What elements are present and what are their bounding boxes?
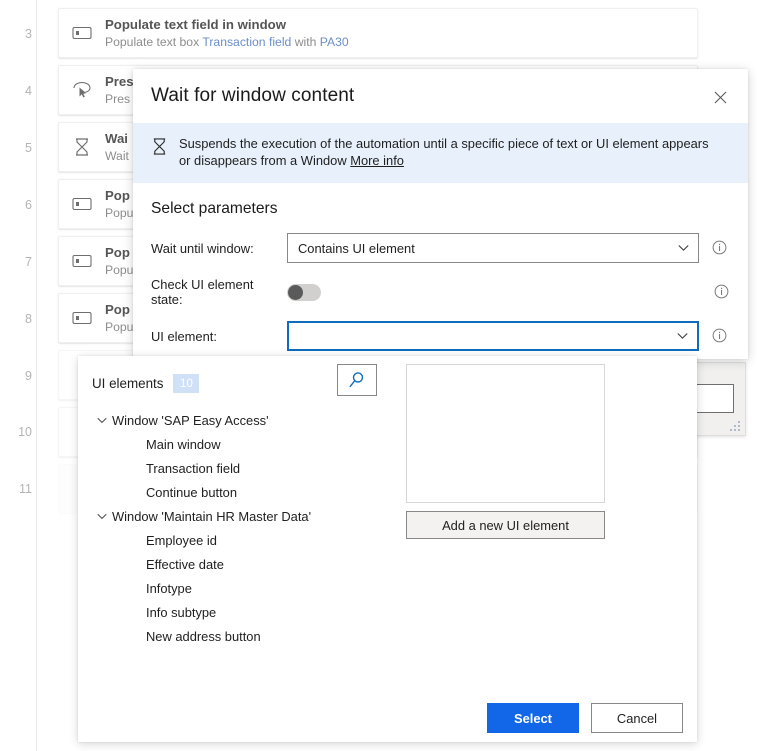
tree-item-main-window[interactable]: Main window	[92, 432, 402, 456]
cancel-button[interactable]: Cancel	[591, 703, 683, 733]
chevron-down-icon	[677, 333, 688, 340]
tree-item-infotype[interactable]: Infotype	[92, 576, 402, 600]
subtitle-link-value[interactable]: PA30	[320, 35, 349, 49]
subtitle-prefix: Populate text box	[105, 34, 203, 49]
flow-step-title: Populate text field in window	[105, 16, 286, 32]
chevron-down-icon[interactable]	[92, 513, 112, 520]
tree-item-new-address-button[interactable]: New address button	[92, 624, 402, 648]
row-number: 8	[25, 312, 32, 326]
ui-elements-count-badge: 10	[173, 374, 200, 393]
tree-group-sap-easy-access[interactable]: Window 'SAP Easy Access'	[92, 408, 402, 432]
ui-elements-tree: Window 'SAP Easy Access' Main window Tra…	[92, 408, 402, 648]
subtitle-link-transaction-field[interactable]: Transaction field	[202, 35, 291, 49]
picker-action-buttons: Select Cancel	[487, 703, 743, 735]
check-ui-element-state-label: Check UI element state:	[151, 277, 254, 307]
textbox-icon	[59, 196, 105, 212]
row-number: 5	[25, 141, 32, 155]
textbox-icon	[59, 310, 105, 326]
tree-item-transaction-field[interactable]: Transaction field	[92, 456, 402, 480]
row-number: 3	[25, 27, 32, 41]
screen-root: 3 4 5 6 7 8 9 10 11 Populate text field …	[0, 0, 757, 751]
textbox-icon	[59, 253, 105, 269]
dialog-info-banner: Suspends the execution of the automation…	[133, 123, 748, 183]
tree-group-label: Window 'Maintain HR Master Data'	[112, 508, 312, 524]
info-icon[interactable]	[712, 240, 728, 256]
info-icon[interactable]	[714, 284, 730, 300]
wait-for-window-content-dialog: Wait for window content Suspends the exe…	[133, 69, 748, 359]
close-icon[interactable]	[706, 83, 734, 111]
row-number: 9	[25, 369, 32, 383]
row-number: 4	[25, 84, 32, 98]
chevron-down-icon[interactable]	[92, 417, 112, 424]
textbox-icon	[59, 25, 105, 41]
wait-until-window-value: Contains UI element	[298, 240, 415, 256]
subtitle-middle: with	[291, 34, 320, 49]
banner-description-text: Suspends the execution of the automation…	[179, 136, 709, 168]
more-info-link[interactable]: More info	[350, 153, 404, 168]
ui-element-dropdown[interactable]	[287, 321, 699, 351]
press-button-icon	[59, 81, 105, 99]
dialog-body: Select parameters Wait until window: Con…	[133, 183, 748, 351]
row-number: 11	[19, 482, 32, 496]
tree-group-maintain-hr-master-data[interactable]: Window 'Maintain HR Master Data'	[92, 504, 402, 528]
resize-grip-icon[interactable]	[728, 421, 742, 433]
check-ui-element-state-toggle[interactable]	[287, 283, 321, 301]
tree-item-info-subtype[interactable]: Info subtype	[92, 600, 402, 624]
hourglass-icon	[59, 137, 105, 157]
ui-elements-label: UI elements	[92, 376, 164, 391]
info-icon[interactable]	[712, 328, 728, 344]
row-number: 7	[25, 255, 32, 269]
param-row-ui-element: UI element:	[151, 321, 730, 351]
wait-until-window-dropdown[interactable]: Contains UI element	[287, 233, 699, 263]
hourglass-icon	[151, 135, 179, 156]
dialog-title: Wait for window content	[151, 85, 355, 106]
row-number: 6	[25, 198, 32, 212]
tree-item-effective-date[interactable]: Effective date	[92, 552, 402, 576]
flow-step-row[interactable]: Populate text field in window Populate t…	[58, 8, 698, 58]
ui-element-label: UI element:	[151, 328, 217, 344]
ui-element-preview-box	[406, 364, 605, 503]
wait-until-window-label: Wait until window:	[151, 240, 254, 256]
dialog-header: Wait for window content	[133, 69, 748, 123]
section-title-select-parameters: Select parameters	[151, 200, 278, 217]
param-row-wait-until-window: Wait until window: Contains UI element	[151, 233, 730, 263]
background-popup-input[interactable]	[691, 384, 734, 413]
select-button[interactable]: Select	[487, 703, 579, 733]
toggle-knob	[288, 284, 303, 300]
row-number: 10	[18, 425, 32, 439]
flow-step-subtitle: Populate text box Transaction field with…	[105, 34, 687, 50]
tree-group-label: Window 'SAP Easy Access'	[112, 412, 269, 428]
flow-step-text: Populate text field in window Populate t…	[105, 17, 697, 50]
search-icon	[349, 372, 364, 388]
banner-description: Suspends the execution of the automation…	[179, 135, 709, 169]
search-button[interactable]	[337, 364, 377, 396]
add-new-ui-element-button[interactable]: Add a new UI element	[406, 511, 605, 539]
tree-item-employee-id[interactable]: Employee id	[92, 528, 402, 552]
tree-item-continue-button[interactable]: Continue button	[92, 480, 402, 504]
flow-gutter-divider	[36, 0, 37, 751]
param-row-check-ui-element-state: Check UI element state:	[151, 277, 730, 307]
chevron-down-icon	[678, 245, 689, 252]
